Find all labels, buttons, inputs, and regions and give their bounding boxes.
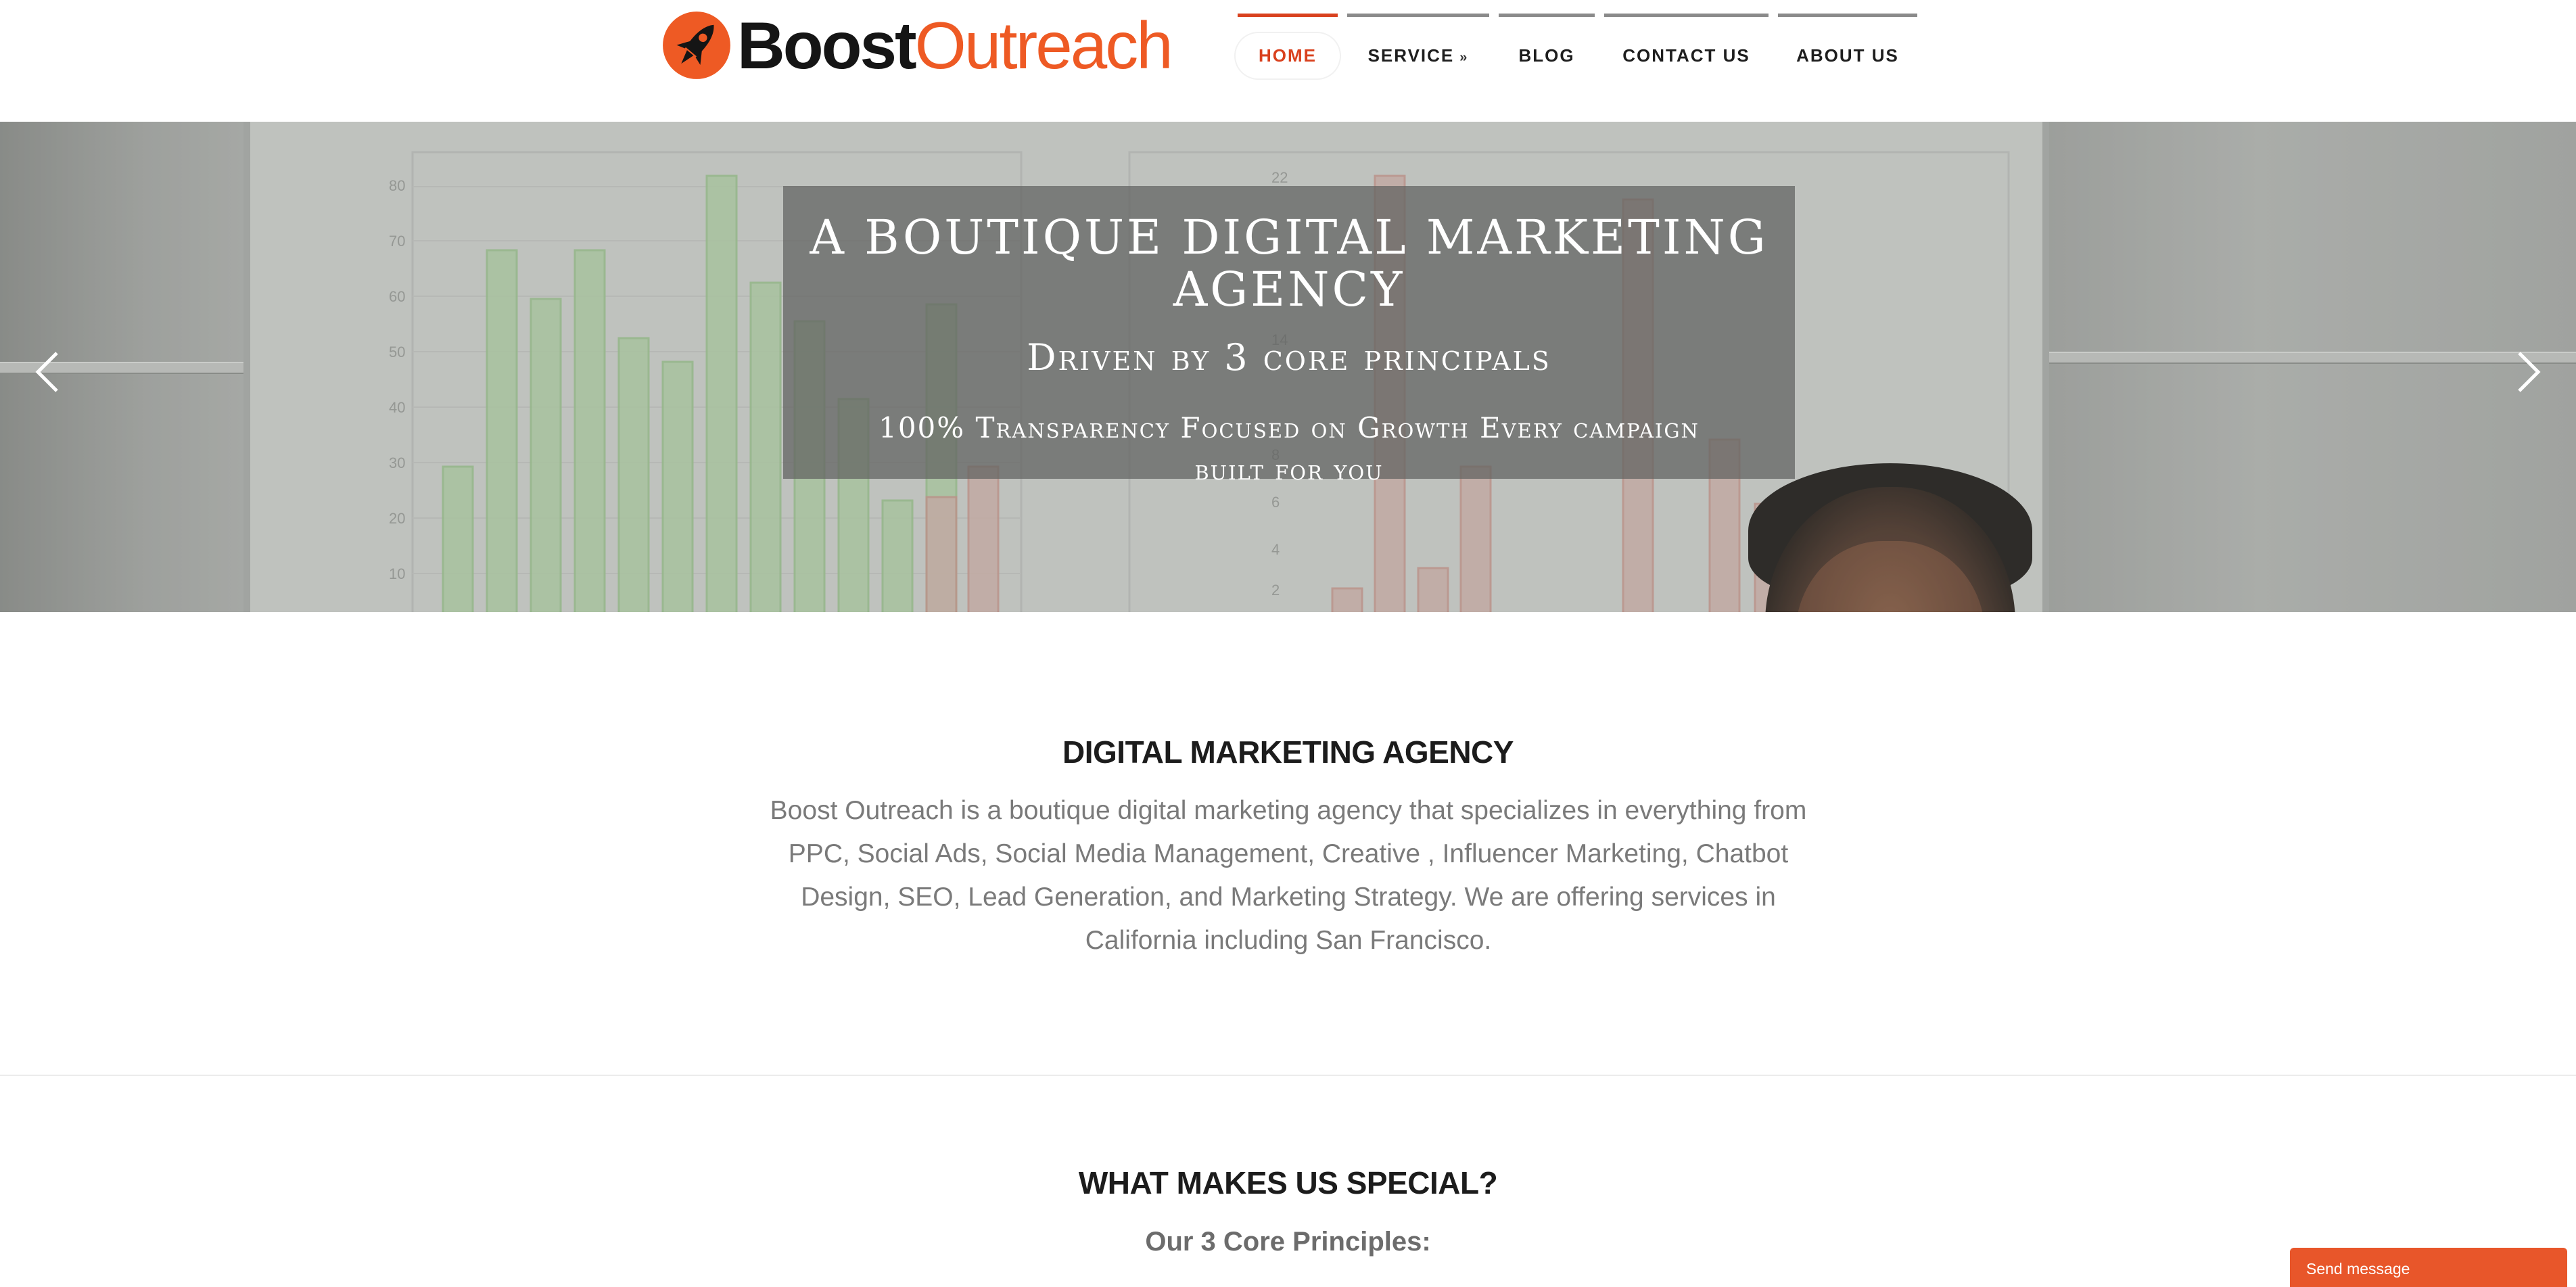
hero-tagline: 100% Transparency Focused on Growth Ever… xyxy=(879,411,1700,486)
nav-item-about-us[interactable]: ABOUT US xyxy=(1778,14,1917,95)
special-heading: WHAT MAKES US SPECIAL? xyxy=(1078,1165,1498,1200)
logo-text: BoostOutreach xyxy=(737,12,1173,78)
logo-text-boost: Boost xyxy=(737,8,917,83)
nav-item-label-wrap: SERVICE » xyxy=(1345,33,1492,78)
hero-slider: 80 70 60 50 40 30 20 10 22 6 4 2 A BOUTI… xyxy=(0,122,2576,612)
nav-item-service[interactable]: SERVICE » xyxy=(1347,14,1489,95)
main-nav: HOME SERVICE » BLOG CONTACT US ABOUT US xyxy=(1236,14,1927,95)
nav-item-label: CONTACT US xyxy=(1622,45,1750,66)
double-chevron-down-icon: » xyxy=(1459,50,1469,65)
send-message-button[interactable]: Send message xyxy=(2290,1248,2567,1287)
section-divider xyxy=(0,1075,2576,1076)
hero-subtitle: Driven by 3 core principals xyxy=(1027,336,1551,379)
intro-heading: DIGITAL MARKETING AGENCY xyxy=(1062,734,1514,770)
intro-body: Boost Outreach is a boutique digital mar… xyxy=(770,796,1807,955)
nav-item-home[interactable]: HOME xyxy=(1236,14,1340,95)
nav-item-label: SERVICE xyxy=(1367,45,1455,66)
chevron-left-icon xyxy=(35,352,58,392)
intro-section: DIGITAL MARKETING AGENCY Boost Outreach … xyxy=(0,612,2576,1075)
slider-prev-button[interactable] xyxy=(27,345,68,399)
site-header: BoostOutreach HOME SERVICE » BLOG CONTACT… xyxy=(0,0,2576,122)
chevron-right-icon xyxy=(2518,352,2541,392)
nav-item-label: HOME xyxy=(1236,33,1340,78)
nav-item-label: BLOG xyxy=(1518,45,1575,66)
slider-next-button[interactable] xyxy=(2508,345,2549,399)
logo-text-outreach: Outreach xyxy=(914,8,1173,83)
nav-item-blog[interactable]: BLOG xyxy=(1499,14,1595,95)
special-subheading: Our 3 Core Principles: xyxy=(1145,1227,1431,1257)
hero-caption: A BOUTIQUE DIGITAL MARKETING AGENCY Driv… xyxy=(783,186,1795,486)
logo[interactable]: BoostOutreach xyxy=(661,9,1173,81)
hero-title: A BOUTIQUE DIGITAL MARKETING AGENCY xyxy=(810,210,1769,317)
nav-item-contact-us[interactable]: CONTACT US xyxy=(1604,14,1769,95)
nav-item-label: ABOUT US xyxy=(1796,45,1899,66)
rocket-icon xyxy=(663,11,730,79)
